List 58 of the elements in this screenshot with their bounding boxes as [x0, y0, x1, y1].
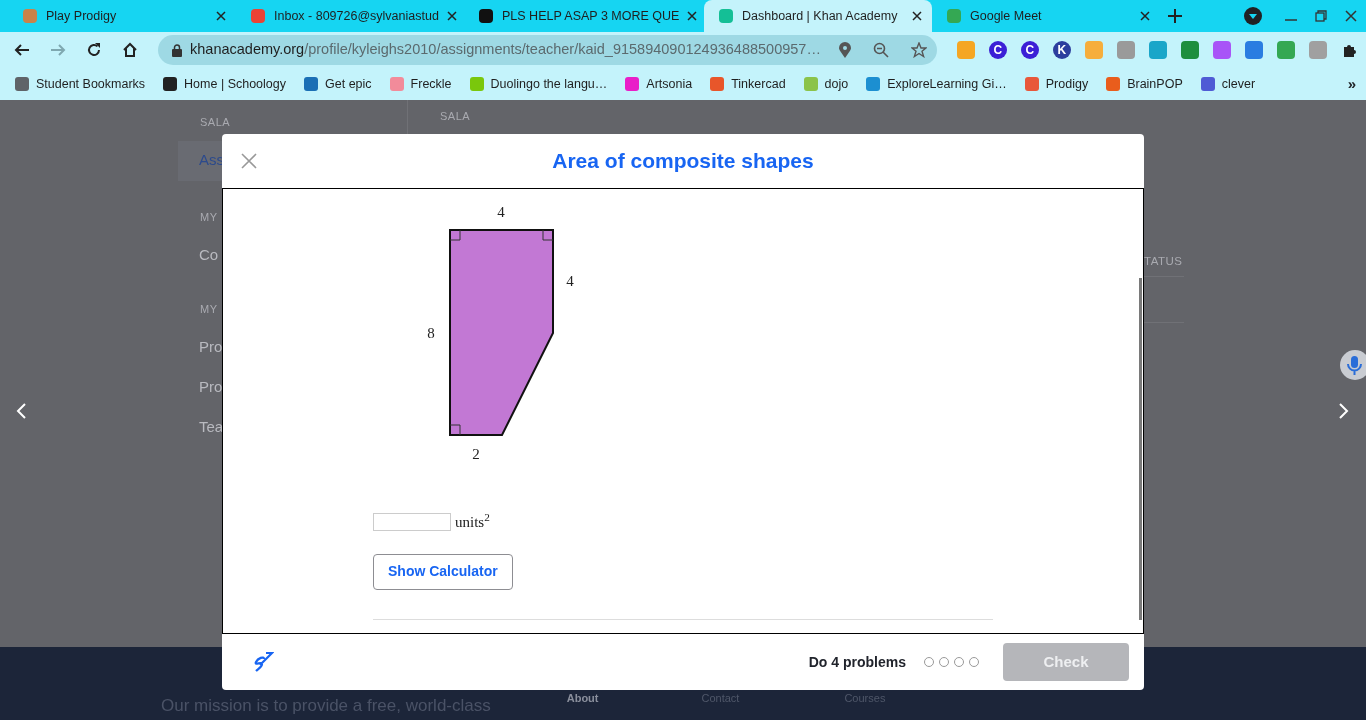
extension-button[interactable]: K — [1052, 41, 1071, 59]
browser-tab[interactable]: Google Meet — [932, 0, 1160, 32]
unit-label: units$^{2}$ — [455, 511, 490, 532]
browser-tab[interactable]: PLS HELP ASAP 3 MORE QUE — [464, 0, 704, 32]
bookmark-link[interactable]: Student Bookmarks — [14, 74, 146, 94]
browser-tab[interactable]: Inbox - 809726@sylvaniastud — [236, 0, 464, 32]
browser-tab[interactable]: Dashboard | Khan Academy — [704, 0, 932, 32]
star-icon[interactable] — [910, 42, 927, 58]
bookmark-link[interactable]: clever — [1199, 74, 1256, 94]
scratchpad-pencil-icon[interactable] — [252, 651, 274, 673]
close-icon[interactable] — [216, 11, 226, 21]
browser-tab[interactable]: Play Prodigy — [8, 0, 236, 32]
extension-button[interactable]: C — [988, 41, 1007, 59]
close-icon[interactable] — [687, 11, 698, 21]
close-icon[interactable] — [446, 11, 457, 21]
bookmark-link[interactable]: BrainPOP — [1105, 74, 1183, 94]
dropdown-icon[interactable] — [1244, 7, 1262, 25]
sidebar-heading: MY — [199, 209, 219, 225]
back-arrow-icon[interactable] — [14, 42, 30, 58]
bookmark-link[interactable]: Duolingo the langu… — [468, 74, 608, 94]
extension-icon[interactable] — [1180, 41, 1199, 59]
address-bar[interactable]: khanacademy.org/profile/kyleighs2010/assignments/teacher/kaid_915894090124936488500957… — [158, 35, 937, 65]
bookmark-link[interactable]: ExploreLearning Gi… — [865, 74, 1007, 94]
extension-icon[interactable] — [1212, 41, 1231, 59]
chevron-left-icon[interactable] — [16, 403, 26, 419]
bookmark-link[interactable]: Prodigy — [1023, 74, 1089, 94]
sidebar-heading: MY — [199, 302, 219, 317]
bookmark-link[interactable]: Get epic — [303, 74, 372, 94]
close-icon[interactable] — [912, 11, 922, 21]
chevron-right-icon[interactable] — [1339, 403, 1349, 419]
section-label: SALA — [439, 109, 471, 124]
extension-icon[interactable] — [1244, 41, 1263, 59]
scrollbar-thumb[interactable] — [1139, 278, 1142, 620]
close-icon[interactable] — [1140, 11, 1150, 21]
show-calculator-button[interactable]: Show Calculator — [373, 553, 513, 590]
lock-icon — [172, 43, 182, 57]
dialog-title: Area of composite shapes — [552, 148, 814, 175]
bookmark-link[interactable]: Freckle — [388, 74, 452, 94]
more-bookmarks-button[interactable]: » — [1347, 72, 1356, 96]
answer-field[interactable] — [373, 513, 451, 532]
home-icon[interactable] — [122, 42, 138, 58]
extension-button[interactable]: C — [1020, 41, 1039, 59]
bookmark-link[interactable]: Tinkercad — [709, 74, 786, 94]
bookmark-link[interactable]: Artsonia — [624, 74, 693, 94]
microphone-icon[interactable] — [1340, 350, 1366, 380]
location-pin-icon[interactable] — [838, 42, 851, 58]
footer-link[interactable]: About — [566, 690, 599, 707]
plus-icon[interactable] — [1168, 9, 1182, 23]
sidebar-heading: SALA — [199, 115, 232, 130]
problem-count-label: Do 4 problems — [808, 652, 906, 672]
close-icon[interactable] — [1345, 10, 1357, 22]
zoom-out-icon[interactable] — [872, 42, 889, 58]
bookmark-link[interactable]: Home | Schoology — [162, 74, 286, 94]
bookmark-link[interactable]: dojo — [802, 74, 849, 94]
restore-icon[interactable] — [1315, 10, 1327, 22]
extension-icon[interactable] — [1276, 41, 1295, 59]
composite-shape-drawing: 4 4 8 2 — [415, 197, 585, 467]
reload-icon[interactable] — [86, 42, 102, 58]
